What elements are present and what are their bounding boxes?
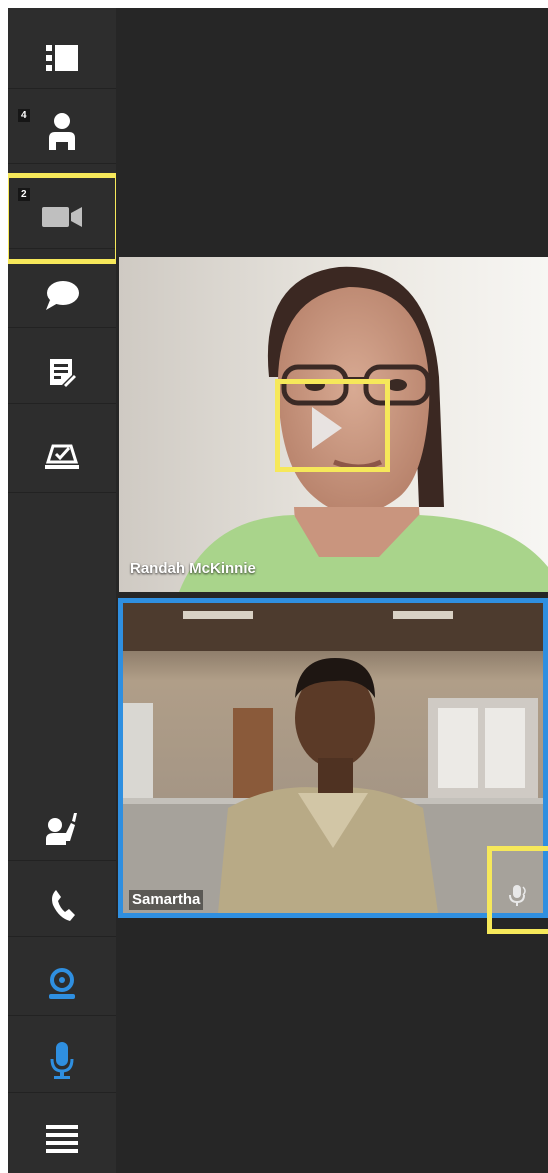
phone-button[interactable] — [8, 874, 116, 937]
menu-icon — [46, 1124, 78, 1155]
raise-hand-button[interactable] — [8, 798, 116, 861]
notes-button[interactable] — [8, 341, 116, 404]
chat-icon — [44, 280, 80, 312]
phone-icon — [49, 888, 75, 922]
webcam-toggle-button[interactable] — [8, 953, 116, 1016]
samartha-video-feed — [123, 603, 543, 913]
raise-hand-icon — [44, 811, 80, 847]
participant-name-label: Randah McKinnie — [130, 560, 256, 577]
video-button-highlight — [8, 173, 120, 264]
webcam-icon — [47, 968, 77, 1000]
participants-count-badge: 4 — [18, 109, 30, 122]
participants-icon — [47, 112, 77, 152]
microphone-icon — [49, 1042, 75, 1080]
mic-indicator-highlight — [487, 846, 548, 934]
poll-icon — [45, 440, 79, 470]
participants-button[interactable]: 4 — [8, 101, 116, 164]
menu-button[interactable] — [8, 1106, 116, 1173]
layout-button[interactable] — [8, 28, 116, 89]
video-grid: Randah McKinnie Samartha — [116, 8, 548, 1173]
chat-button[interactable] — [8, 265, 116, 328]
participant-name-label: Samartha — [129, 890, 204, 910]
poll-button[interactable] — [8, 418, 116, 493]
conference-app: 4 2 Randah McKinnie Samartha — [8, 8, 548, 1173]
video-tile-samartha[interactable]: Samartha — [118, 598, 548, 918]
notes-icon — [48, 357, 76, 387]
play-button-highlight — [275, 379, 390, 472]
layout-icon — [46, 45, 78, 71]
microphone-toggle-button[interactable] — [8, 1030, 116, 1093]
